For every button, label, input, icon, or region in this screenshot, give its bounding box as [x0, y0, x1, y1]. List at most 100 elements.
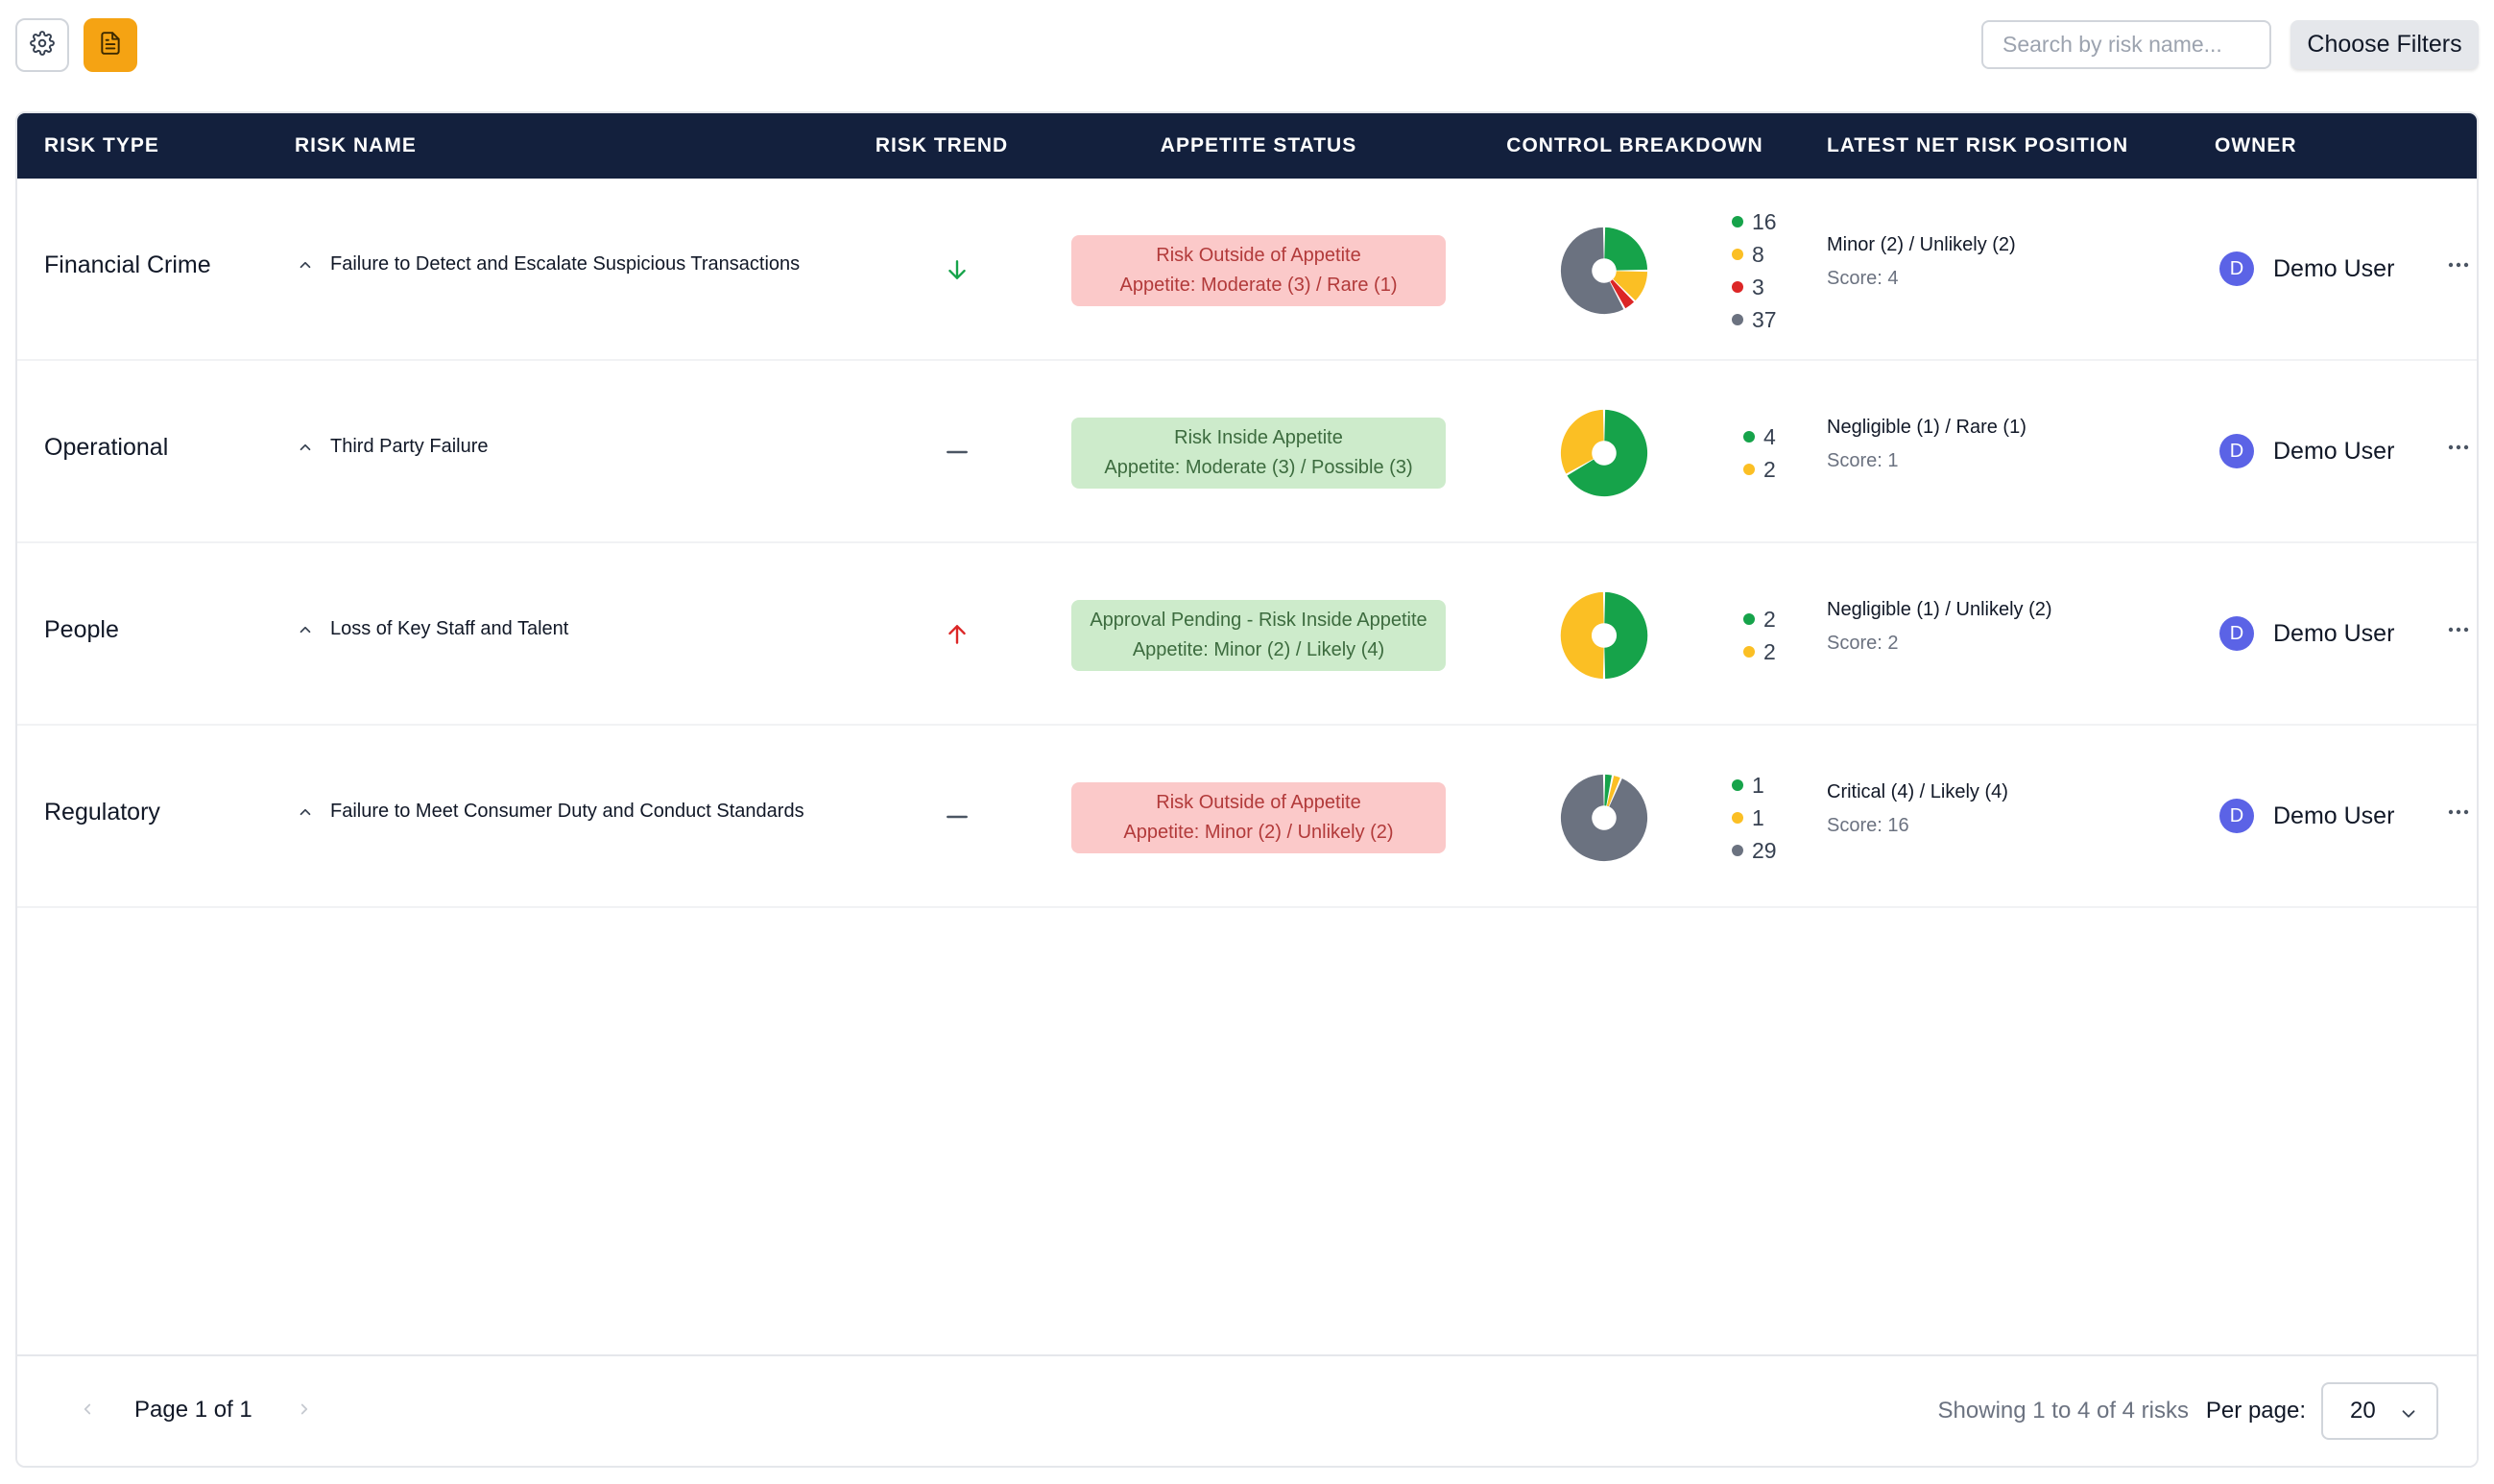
header-control-breakdown[interactable]: CONTROL BREAKDOWN: [1506, 113, 1763, 179]
appetite-status-text: Risk Inside Appetite: [1174, 427, 1343, 448]
control-count: 2: [1763, 456, 1776, 482]
appetite-status-badge: Risk Inside Appetite Appetite: Moderate (…: [1071, 418, 1446, 489]
page-indicator: Page 1 of 1: [134, 1397, 252, 1423]
owner[interactable]: D Demo User: [2219, 251, 2394, 286]
avatar: D: [2219, 616, 2254, 651]
chevron-up-icon[interactable]: [296, 620, 315, 639]
risk-name[interactable]: Failure to Meet Consumer Duty and Conduc…: [296, 801, 804, 823]
risk-name[interactable]: Failure to Detect and Escalate Suspiciou…: [296, 253, 800, 275]
donut-slice: [1604, 227, 1648, 271]
owner[interactable]: D Demo User: [2219, 434, 2394, 468]
header-risk-name[interactable]: RISK NAME: [295, 113, 417, 179]
control-legend-item: 2: [1743, 457, 1776, 483]
settings-button[interactable]: [15, 18, 69, 72]
control-count: 4: [1763, 423, 1776, 449]
net-risk-score: Score: 16: [1827, 815, 1909, 836]
control-legend-item: 8: [1732, 242, 1777, 268]
control-breakdown-donut: [1560, 591, 1648, 680]
appetite-status-badge: Approval Pending - Risk Inside Appetite A…: [1071, 600, 1446, 671]
chevron-right-icon: [296, 1400, 313, 1423]
control-legend-item: 29: [1732, 838, 1777, 864]
control-status-dot: [1732, 314, 1743, 325]
risk-name-label: Failure to Detect and Escalate Suspiciou…: [330, 253, 801, 275]
table-row[interactable]: Regulatory Failure to Meet Consumer Duty …: [17, 726, 2477, 908]
risk-name[interactable]: Loss of Key Staff and Talent: [296, 618, 568, 640]
net-risk-rating: Negligible (1) / Rare (1): [1827, 417, 2026, 438]
donut-slice: [1560, 774, 1648, 862]
row-actions-button[interactable]: [2444, 802, 2473, 822]
owner-name: Demo User: [2273, 437, 2395, 465]
header-owner[interactable]: OWNER: [2215, 113, 2297, 179]
risk-table: RISK TYPE RISK NAME RISK TREND APPETITE …: [15, 111, 2479, 1468]
owner[interactable]: D Demo User: [2219, 616, 2394, 651]
owner-name: Demo User: [2273, 254, 2395, 282]
pagination: Page 1 of 1 Showing 1 to 4 of 4 risks Pe…: [17, 1354, 2477, 1466]
control-breakdown-legend: 1 1 29: [1732, 751, 1777, 885]
control-breakdown-legend: 42: [1743, 386, 1776, 520]
header-risk-trend[interactable]: RISK TREND: [875, 113, 1008, 179]
results-summary: Showing 1 to 4 of 4 risks: [1937, 1398, 2189, 1424]
row-actions-button[interactable]: [2444, 255, 2473, 275]
header-risk-type[interactable]: RISK TYPE: [44, 113, 159, 179]
row-actions-button[interactable]: [2444, 438, 2473, 457]
appetite-detail: Appetite: Moderate (3) / Rare (1): [1119, 275, 1398, 296]
risk-type: People: [44, 616, 119, 643]
more-horizontal-icon: [2448, 803, 2469, 821]
control-count: 37: [1752, 306, 1777, 332]
trend-up-arrow-icon: [937, 614, 977, 655]
trend-flat-dash-icon: [937, 432, 977, 472]
owner[interactable]: D Demo User: [2219, 799, 2394, 833]
more-horizontal-icon: [2448, 621, 2469, 638]
risk-type: Regulatory: [44, 799, 160, 826]
row-actions-button[interactable]: [2444, 620, 2473, 639]
control-breakdown-legend: 22: [1743, 568, 1776, 703]
next-page-button[interactable]: [290, 1397, 319, 1425]
trend-flat-dash-icon: [937, 797, 977, 837]
avatar: D: [2219, 251, 2254, 286]
owner-name: Demo User: [2273, 619, 2395, 647]
control-breakdown-donut: [1560, 774, 1648, 862]
prev-page-button[interactable]: [73, 1397, 102, 1425]
control-status-dot: [1732, 779, 1743, 791]
chevron-up-icon[interactable]: [296, 802, 315, 822]
net-risk-score: Score: 2: [1827, 633, 1899, 654]
per-page-value: 20: [2350, 1398, 2376, 1424]
control-status-dot: [1732, 812, 1743, 824]
appetite-detail: Appetite: Minor (2) / Unlikely (2): [1123, 822, 1394, 843]
control-count: 16: [1752, 208, 1777, 234]
risk-type: Financial Crime: [44, 251, 211, 278]
control-legend-item: 3: [1732, 275, 1777, 300]
per-page-label: Per page:: [2205, 1398, 2306, 1424]
control-status-dot: [1732, 216, 1743, 227]
chevron-up-icon[interactable]: [296, 438, 315, 457]
control-legend-item: 1: [1732, 805, 1777, 831]
control-count: 8: [1752, 241, 1764, 267]
control-legend-item: 16: [1732, 209, 1777, 235]
per-page-select[interactable]: 20: [2321, 1382, 2438, 1440]
control-status-dot: [1743, 431, 1755, 443]
net-risk-rating: Negligible (1) / Unlikely (2): [1827, 599, 2052, 620]
search-input[interactable]: [1981, 20, 2271, 69]
table-row[interactable]: Financial Crime Failure to Detect and Esc…: [17, 179, 2477, 361]
control-count: 1: [1752, 772, 1764, 798]
control-legend-item: 37: [1732, 307, 1777, 333]
table-row[interactable]: Operational Third Party Failure Risk Insid…: [17, 361, 2477, 543]
risk-name[interactable]: Third Party Failure: [296, 436, 489, 458]
control-legend-item: 2: [1743, 607, 1776, 633]
table-header: RISK TYPE RISK NAME RISK TREND APPETITE …: [17, 113, 2477, 179]
report-button[interactable]: [84, 18, 137, 72]
control-breakdown-donut: [1560, 409, 1648, 497]
chevron-left-icon: [79, 1400, 96, 1423]
risk-name-label: Loss of Key Staff and Talent: [330, 618, 569, 639]
choose-filters-button[interactable]: Choose Filters: [2290, 20, 2479, 69]
header-appetite-status[interactable]: APPETITE STATUS: [1161, 113, 1356, 179]
appetite-status-badge: Risk Outside of Appetite Appetite: Modera…: [1071, 235, 1446, 306]
net-risk-rating: Minor (2) / Unlikely (2): [1827, 234, 2016, 255]
more-horizontal-icon: [2448, 256, 2469, 274]
header-net-risk-position[interactable]: LATEST NET RISK POSITION: [1827, 113, 2128, 179]
appetite-status-badge: Risk Outside of Appetite Appetite: Minor …: [1071, 782, 1446, 853]
chevron-up-icon[interactable]: [296, 255, 315, 275]
control-status-dot: [1743, 646, 1755, 658]
avatar: D: [2219, 799, 2254, 833]
table-row[interactable]: People Loss of Key Staff and Talent Approv…: [17, 543, 2477, 726]
